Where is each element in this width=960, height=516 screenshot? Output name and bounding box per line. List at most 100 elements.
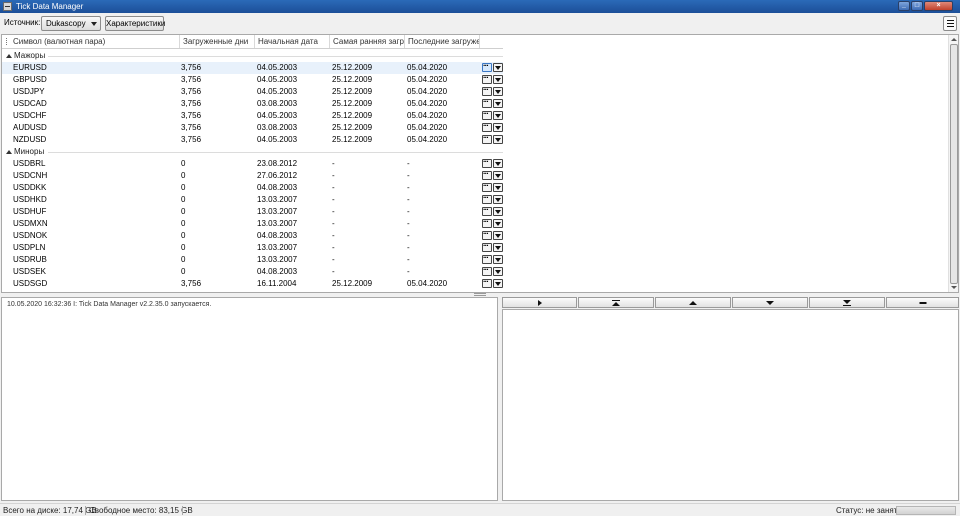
dropdown-icon[interactable] [493,75,503,84]
more-options-icon[interactable] [482,168,492,180]
more-options-icon[interactable] [482,156,492,168]
table-row[interactable]: USDRUB 0 13.03.2007 - - [2,252,503,266]
start-date-cell: 04.05.2003 [257,75,298,84]
days-cell: 3,756 [181,111,202,120]
symbols-grid: Символ (валютная пара) Загруженные дни Н… [1,34,959,293]
dropdown-icon[interactable] [493,243,503,252]
dropdown-icon[interactable] [493,159,503,168]
column-grip-icon[interactable] [6,38,7,45]
column-header-start-date[interactable]: Начальная дата [255,35,330,48]
start-date-cell: 03.08.2003 [257,99,298,108]
more-options-icon[interactable] [482,132,492,144]
maximize-button[interactable]: □ [911,1,923,11]
move-bottom-button[interactable] [809,297,885,308]
move-top-icon [612,300,620,306]
dropdown-icon[interactable] [493,267,503,276]
table-row[interactable]: USDMXN 0 13.03.2007 - - [2,216,503,230]
table-row[interactable]: USDCNH 0 27.06.2012 - - [2,168,503,182]
more-options-icon[interactable] [482,240,492,252]
group-header[interactable]: Миноры [2,146,503,158]
more-options-icon[interactable] [482,72,492,84]
table-row[interactable]: EURUSD 3,756 04.05.2003 25.12.2009 05.04.202… [2,60,503,74]
latest-cell: 05.04.2020 [407,135,448,144]
scroll-thumb[interactable] [950,44,958,284]
table-row[interactable]: USDDKK 0 04.08.2003 - - [2,180,503,194]
dropdown-icon[interactable] [493,219,503,228]
table-row[interactable]: USDHKD 0 13.03.2007 - - [2,192,503,206]
table-row[interactable]: USDCAD 3,756 03.08.2003 25.12.2009 05.04.202… [2,96,503,110]
scroll-up-icon[interactable] [951,38,957,41]
group-header[interactable]: Мажоры [2,50,503,62]
more-options-icon[interactable] [482,252,492,264]
dropdown-icon[interactable] [493,255,503,264]
scroll-down-icon[interactable] [951,286,957,289]
dropdown-icon[interactable] [493,63,503,72]
status-bar: Всего на диске: 17,74 GB Свободное место… [0,503,960,516]
start-date-cell: 04.05.2003 [257,63,298,72]
more-options-icon[interactable] [482,96,492,108]
toolbar: Источник: Dukascopy Характеристики [0,13,960,33]
dropdown-icon[interactable] [493,99,503,108]
latest-cell: - [407,267,410,276]
table-row[interactable]: GBPUSD 3,756 04.05.2003 25.12.2009 05.04.202… [2,72,503,86]
remove-button[interactable] [886,297,959,308]
more-options-icon[interactable] [482,228,492,240]
more-options-icon[interactable] [482,120,492,132]
latest-cell: - [407,219,410,228]
dropdown-icon[interactable] [493,207,503,216]
earliest-cell: - [332,219,335,228]
days-cell: 3,756 [181,87,202,96]
table-row[interactable]: USDJPY 3,756 04.05.2003 25.12.2009 05.04.202… [2,84,503,98]
earliest-cell: 25.12.2009 [332,63,373,72]
table-row[interactable]: USDNOK 0 04.08.2003 - - [2,228,503,242]
vertical-scrollbar[interactable] [948,35,958,292]
dropdown-icon[interactable] [493,135,503,144]
table-row[interactable]: USDBRL 0 23.08.2012 - - [2,156,503,170]
column-header-earliest[interactable]: Самая ранняя загр... [330,35,405,48]
play-button[interactable] [502,297,577,308]
more-options-icon[interactable] [482,108,492,120]
table-row[interactable]: USDCHF 3,756 04.05.2003 25.12.2009 05.04.202… [2,108,503,122]
more-options-icon[interactable] [482,180,492,192]
table-row[interactable]: USDPLN 0 13.03.2007 - - [2,240,503,254]
latest-cell: 05.04.2020 [407,123,448,132]
column-header-days[interactable]: Загруженные дни [180,35,255,48]
table-row[interactable]: USDHUF 0 13.03.2007 - - [2,204,503,218]
close-button[interactable]: × [924,1,953,11]
dropdown-icon[interactable] [493,111,503,120]
more-options-icon[interactable] [482,264,492,276]
more-options-icon[interactable] [482,192,492,204]
dropdown-icon[interactable] [493,123,503,132]
dropdown-icon[interactable] [493,195,503,204]
column-header-latest[interactable]: Последние загруже... [405,35,480,48]
dropdown-icon[interactable] [493,171,503,180]
move-down-button[interactable] [732,297,808,308]
earliest-cell: - [332,255,335,264]
table-row[interactable]: USDSGD 3,756 16.11.2004 25.12.2009 05.04.202… [2,276,503,290]
dropdown-icon[interactable] [493,231,503,240]
minimize-button[interactable]: _ [898,1,910,11]
more-options-icon[interactable] [482,216,492,228]
dropdown-icon[interactable] [493,279,503,288]
column-header-symbol[interactable]: Символ (валютная пара) [10,35,180,48]
move-up-button[interactable] [655,297,731,308]
table-row[interactable]: USDSEK 0 04.08.2003 - - [2,264,503,278]
move-top-button[interactable] [578,297,654,308]
dropdown-icon[interactable] [493,183,503,192]
table-row[interactable]: NZDUSD 3,756 04.05.2003 25.12.2009 05.04.202… [2,132,503,146]
more-options-icon[interactable] [482,204,492,216]
source-select[interactable]: Dukascopy [41,16,101,31]
splitter-handle[interactable] [474,293,486,296]
characteristics-button[interactable]: Характеристики [105,16,165,31]
more-options-icon[interactable] [482,60,492,72]
menu-button[interactable] [943,16,957,31]
more-options-icon[interactable] [482,84,492,96]
collapse-icon[interactable] [6,150,12,154]
days-cell: 0 [181,255,186,264]
table-row[interactable]: AUDUSD 3,756 03.08.2003 25.12.2009 05.04.202… [2,120,503,134]
symbol-cell: USDSEK [13,267,46,276]
more-options-icon[interactable] [482,276,492,288]
collapse-icon[interactable] [6,54,12,58]
dropdown-icon[interactable] [493,87,503,96]
earliest-cell: 25.12.2009 [332,135,373,144]
